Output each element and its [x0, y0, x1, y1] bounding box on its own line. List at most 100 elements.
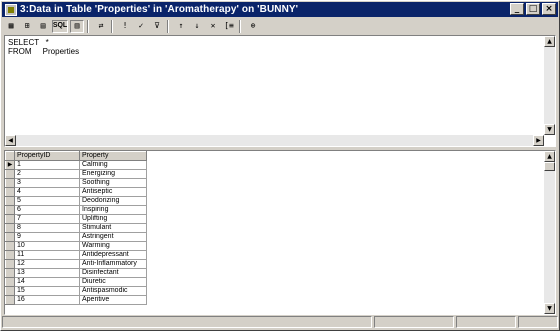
sql-vertical-scrollbar[interactable]: ▲ ▼ — [544, 36, 555, 135]
row-selector[interactable] — [5, 277, 15, 287]
row-selector-header[interactable] — [5, 151, 15, 161]
run-query-icon[interactable]: ! — [118, 20, 132, 33]
cell-propertyid[interactable]: 14 — [14, 277, 80, 287]
add-table-icon[interactable]: ⊕ — [246, 20, 260, 33]
cell-property[interactable]: Antidepressant — [79, 250, 147, 260]
cell-propertyid[interactable]: 13 — [14, 268, 80, 278]
results-pane[interactable]: PropertyID Property ▶ 1 Calming 2 Energizin… — [4, 150, 556, 315]
title-bar[interactable]: 3:Data in Table 'Properties' in 'Aromath… — [2, 2, 558, 17]
table-row[interactable]: 7 Uplifting — [5, 214, 147, 224]
sort-ascending-icon[interactable]: ↑ — [174, 20, 188, 33]
row-selector[interactable] — [5, 196, 15, 206]
table-row[interactable]: 14 Diuretic — [5, 277, 147, 287]
cell-propertyid[interactable]: 16 — [14, 295, 80, 305]
cell-propertyid[interactable]: 11 — [14, 250, 80, 260]
scroll-right-arrow-icon[interactable]: ▶ — [533, 135, 544, 146]
row-selector[interactable] — [5, 232, 15, 242]
cell-property[interactable]: Uplifting — [79, 214, 147, 224]
row-selector[interactable] — [5, 178, 15, 188]
table-row[interactable]: 9 Astringent — [5, 232, 147, 242]
table-row[interactable]: 10 Warming — [5, 241, 147, 251]
query-app-icon[interactable] — [5, 3, 17, 16]
current-row-indicator-icon[interactable]: ▶ — [5, 160, 15, 170]
verify-sql-icon[interactable]: ✓ — [134, 20, 148, 33]
sql-pane[interactable]: SELECT * FROM Properties ▲ ▼ ◀ ▶ — [4, 35, 556, 147]
scroll-left-arrow-icon[interactable]: ◀ — [5, 135, 16, 146]
row-selector[interactable] — [5, 223, 15, 233]
row-selector[interactable] — [5, 295, 15, 305]
row-selector[interactable] — [5, 169, 15, 179]
cell-property[interactable]: Antispasmodic — [79, 286, 147, 296]
sql-editor[interactable]: SELECT * FROM Properties — [8, 38, 79, 56]
scroll-thumb[interactable] — [544, 162, 555, 171]
grid-pane-icon[interactable]: ⊞ — [20, 20, 34, 33]
table-row[interactable]: 13 Disinfectant — [5, 268, 147, 278]
show-results-icon[interactable]: ▥ — [70, 19, 84, 33]
table-row[interactable]: 2 Energizing — [5, 169, 147, 179]
table-row[interactable]: 11 Antidepressant — [5, 250, 147, 260]
cell-propertyid[interactable]: 4 — [14, 187, 80, 197]
cell-property[interactable]: Stimulant — [79, 223, 147, 233]
cell-propertyid[interactable]: 1 — [14, 160, 80, 170]
cell-propertyid[interactable]: 5 — [14, 196, 80, 206]
cell-property[interactable]: Antiseptic — [79, 187, 147, 197]
change-query-type-icon[interactable]: ⇄ — [94, 20, 108, 33]
filter-icon[interactable]: ⊽ — [150, 20, 164, 33]
column-header-property[interactable]: Property — [79, 151, 147, 161]
cell-propertyid[interactable]: 2 — [14, 169, 80, 179]
scroll-up-arrow-icon[interactable]: ▲ — [544, 36, 555, 47]
table-row[interactable]: 8 Stimulant — [5, 223, 147, 233]
cell-property[interactable]: Energizing — [79, 169, 147, 179]
cell-propertyid[interactable]: 15 — [14, 286, 80, 296]
group-by-icon[interactable]: [≡ — [222, 20, 236, 33]
cell-propertyid[interactable]: 6 — [14, 205, 80, 215]
sql-horizontal-scrollbar[interactable]: ◀ ▶ — [5, 135, 544, 146]
table-row[interactable]: 16 Aperitive — [5, 295, 147, 305]
cell-propertyid[interactable]: 9 — [14, 232, 80, 242]
status-panel-size-grip[interactable] — [518, 316, 558, 328]
row-selector[interactable] — [5, 241, 15, 251]
cell-property[interactable]: Diuretic — [79, 277, 147, 287]
column-header-propertyid[interactable]: PropertyID — [14, 151, 80, 161]
cell-property[interactable]: Aperitive — [79, 295, 147, 305]
table-row[interactable]: 4 Antiseptic — [5, 187, 147, 197]
row-selector[interactable] — [5, 259, 15, 269]
cell-property[interactable]: Calming — [79, 160, 147, 170]
table-row[interactable]: ▶ 1 Calming — [5, 160, 147, 170]
minimize-button[interactable]: _ — [510, 3, 524, 15]
row-selector[interactable] — [5, 268, 15, 278]
diagram-pane-icon[interactable]: ▦ — [4, 20, 18, 33]
cell-property[interactable]: Astringent — [79, 232, 147, 242]
row-selector[interactable] — [5, 187, 15, 197]
table-row[interactable]: 3 Soothing — [5, 178, 147, 188]
cell-property[interactable]: Anti-Inflammatory — [79, 259, 147, 269]
remove-filter-icon[interactable]: ✕ — [206, 20, 220, 33]
scroll-up-arrow-icon[interactable]: ▲ — [544, 151, 555, 162]
cell-property[interactable]: Disinfectant — [79, 268, 147, 278]
maximize-button[interactable]: □ — [526, 3, 540, 15]
cell-propertyid[interactable]: 10 — [14, 241, 80, 251]
results-pane-icon[interactable]: ▤ — [36, 20, 50, 33]
scroll-down-arrow-icon[interactable]: ▼ — [544, 303, 555, 314]
cell-propertyid[interactable]: 3 — [14, 178, 80, 188]
table-row[interactable]: 5 Deodorizing — [5, 196, 147, 206]
cell-property[interactable]: Inspiring — [79, 205, 147, 215]
sql-pane-button[interactable]: SQL — [52, 19, 68, 33]
row-selector[interactable] — [5, 286, 15, 296]
row-selector[interactable] — [5, 250, 15, 260]
results-vertical-scrollbar[interactable]: ▲ ▼ — [544, 151, 555, 314]
sort-descending-icon[interactable]: ↓ — [190, 20, 204, 33]
table-row[interactable]: 15 Antispasmodic — [5, 286, 147, 296]
cell-propertyid[interactable]: 7 — [14, 214, 80, 224]
scroll-down-arrow-icon[interactable]: ▼ — [544, 124, 555, 135]
cell-property[interactable]: Warming — [79, 241, 147, 251]
row-selector[interactable] — [5, 205, 15, 215]
close-button[interactable]: × — [542, 3, 556, 15]
cell-property[interactable]: Deodorizing — [79, 196, 147, 206]
row-selector[interactable] — [5, 214, 15, 224]
cell-propertyid[interactable]: 12 — [14, 259, 80, 269]
table-row[interactable]: 6 Inspiring — [5, 205, 147, 215]
table-row[interactable]: 12 Anti-Inflammatory — [5, 259, 147, 269]
cell-propertyid[interactable]: 8 — [14, 223, 80, 233]
cell-property[interactable]: Soothing — [79, 178, 147, 188]
